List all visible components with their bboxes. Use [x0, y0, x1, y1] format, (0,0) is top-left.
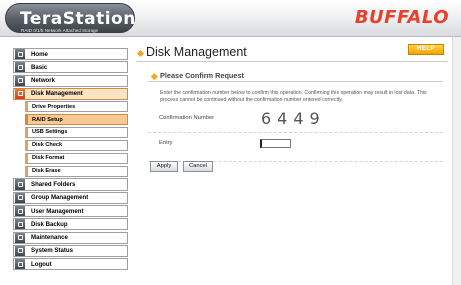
sidebar-item-home[interactable]: Home — [13, 48, 128, 61]
sidebar-item-label: Maintenance — [31, 234, 68, 242]
entry-input[interactable] — [260, 139, 291, 148]
section-bullet-icon — [151, 73, 158, 80]
subnav-item-label: USB Settings — [32, 129, 68, 136]
sidebar-item-label: Disk Management — [31, 90, 83, 98]
basic-settings-icon — [15, 62, 25, 73]
subnav-item-usb-settings[interactable]: USB Settings — [25, 126, 128, 138]
sidebar-item-label: Network — [31, 77, 56, 85]
sidebar-item-label: System Status — [31, 247, 73, 255]
sidebar-item-label: Basic — [31, 63, 48, 71]
section-divider — [148, 81, 443, 82]
maintenance-icon — [15, 232, 25, 243]
sidebar-nav: Home Basic Network Disk Management Drive… — [13, 48, 128, 271]
entry-label: Entry — [159, 140, 173, 146]
subnav-item-raid-setup[interactable]: RAID Setup — [25, 114, 128, 126]
subnav-item-disk-check[interactable]: Disk Check — [25, 139, 128, 151]
sidebar-item-label: Home — [31, 50, 48, 58]
sidebar-item-network[interactable]: Network — [13, 74, 128, 87]
header-bar: TeraStation RAID 0/1/5 Network Attached … — [0, 0, 461, 37]
sidebar-item-system-status[interactable]: System Status — [13, 244, 128, 257]
main-content: Disk Management HELP Please Confirm Requ… — [136, 43, 448, 283]
disk-icon — [15, 88, 25, 99]
confirmation-number-label: Confirmation Number — [159, 115, 215, 121]
sidebar-item-user-management[interactable]: User Management — [13, 205, 128, 218]
sidebar-item-label: Disk Backup — [31, 220, 68, 228]
subnav-item-label: Disk Check — [32, 142, 63, 149]
apply-button[interactable]: Apply — [150, 161, 178, 172]
folder-icon — [15, 179, 25, 190]
page-title: Disk Management — [146, 45, 247, 59]
subnav-item-label: Drive Properties — [32, 103, 76, 110]
logout-icon — [15, 259, 25, 270]
subnav-item-label: Disk Erase — [32, 168, 61, 175]
confirm-form: Confirmation Number 6449 Entry — [148, 109, 443, 162]
logo-title: TeraStation — [20, 9, 136, 29]
backup-icon — [15, 219, 25, 230]
vertical-scrollbar[interactable] — [452, 37, 461, 285]
group-icon — [15, 192, 25, 203]
subnav-item-disk-format[interactable]: Disk Format — [25, 152, 128, 164]
confirmation-number-value: 6449 — [261, 109, 326, 128]
sidebar-item-group-management[interactable]: Group Management — [13, 191, 128, 204]
status-icon — [15, 245, 25, 256]
logo-subtitle: RAID 0/1/5 Network Attached Storage — [21, 28, 99, 33]
home-icon — [15, 49, 25, 60]
title-bullet-icon — [136, 49, 145, 58]
sidebar-item-label: User Management — [31, 207, 84, 215]
network-icon — [15, 75, 25, 86]
subnav-item-label: Disk Format — [32, 155, 65, 162]
page-header: Disk Management HELP — [136, 43, 448, 63]
sidebar-item-label: Group Management — [31, 194, 89, 202]
sidebar-item-disk-management[interactable]: Disk Management — [13, 87, 128, 100]
sidebar-item-label: Shared Folders — [31, 181, 76, 189]
subnav-item-label: RAID Setup — [32, 116, 63, 123]
sidebar-item-basic[interactable]: Basic — [13, 61, 128, 74]
user-icon — [15, 206, 25, 217]
sidebar-item-disk-backup[interactable]: Disk Backup — [13, 218, 128, 231]
sidebar-item-shared-folders[interactable]: Shared Folders — [13, 178, 128, 191]
sidebar-item-maintenance[interactable]: Maintenance — [13, 231, 128, 244]
section-title: Please Confirm Request — [160, 71, 244, 80]
entry-row: Entry — [148, 139, 443, 162]
cancel-button[interactable]: Cancel — [183, 161, 213, 172]
title-divider — [136, 61, 448, 62]
confirm-description: Enter the confirmation number below to c… — [160, 90, 427, 103]
subnav-item-drive-properties[interactable]: Drive Properties — [25, 101, 128, 113]
sidebar-item-logout[interactable]: Logout — [13, 258, 128, 271]
help-button[interactable]: HELP — [408, 44, 444, 55]
terastation-logo: TeraStation RAID 0/1/5 Network Attached … — [5, 3, 135, 33]
subnav-item-disk-erase[interactable]: Disk Erase — [25, 165, 128, 177]
sidebar-item-label: Logout — [31, 260, 52, 268]
buffalo-brand-logo: BUFFALO — [354, 7, 449, 28]
confirmation-number-row: Confirmation Number 6449 — [148, 109, 443, 133]
